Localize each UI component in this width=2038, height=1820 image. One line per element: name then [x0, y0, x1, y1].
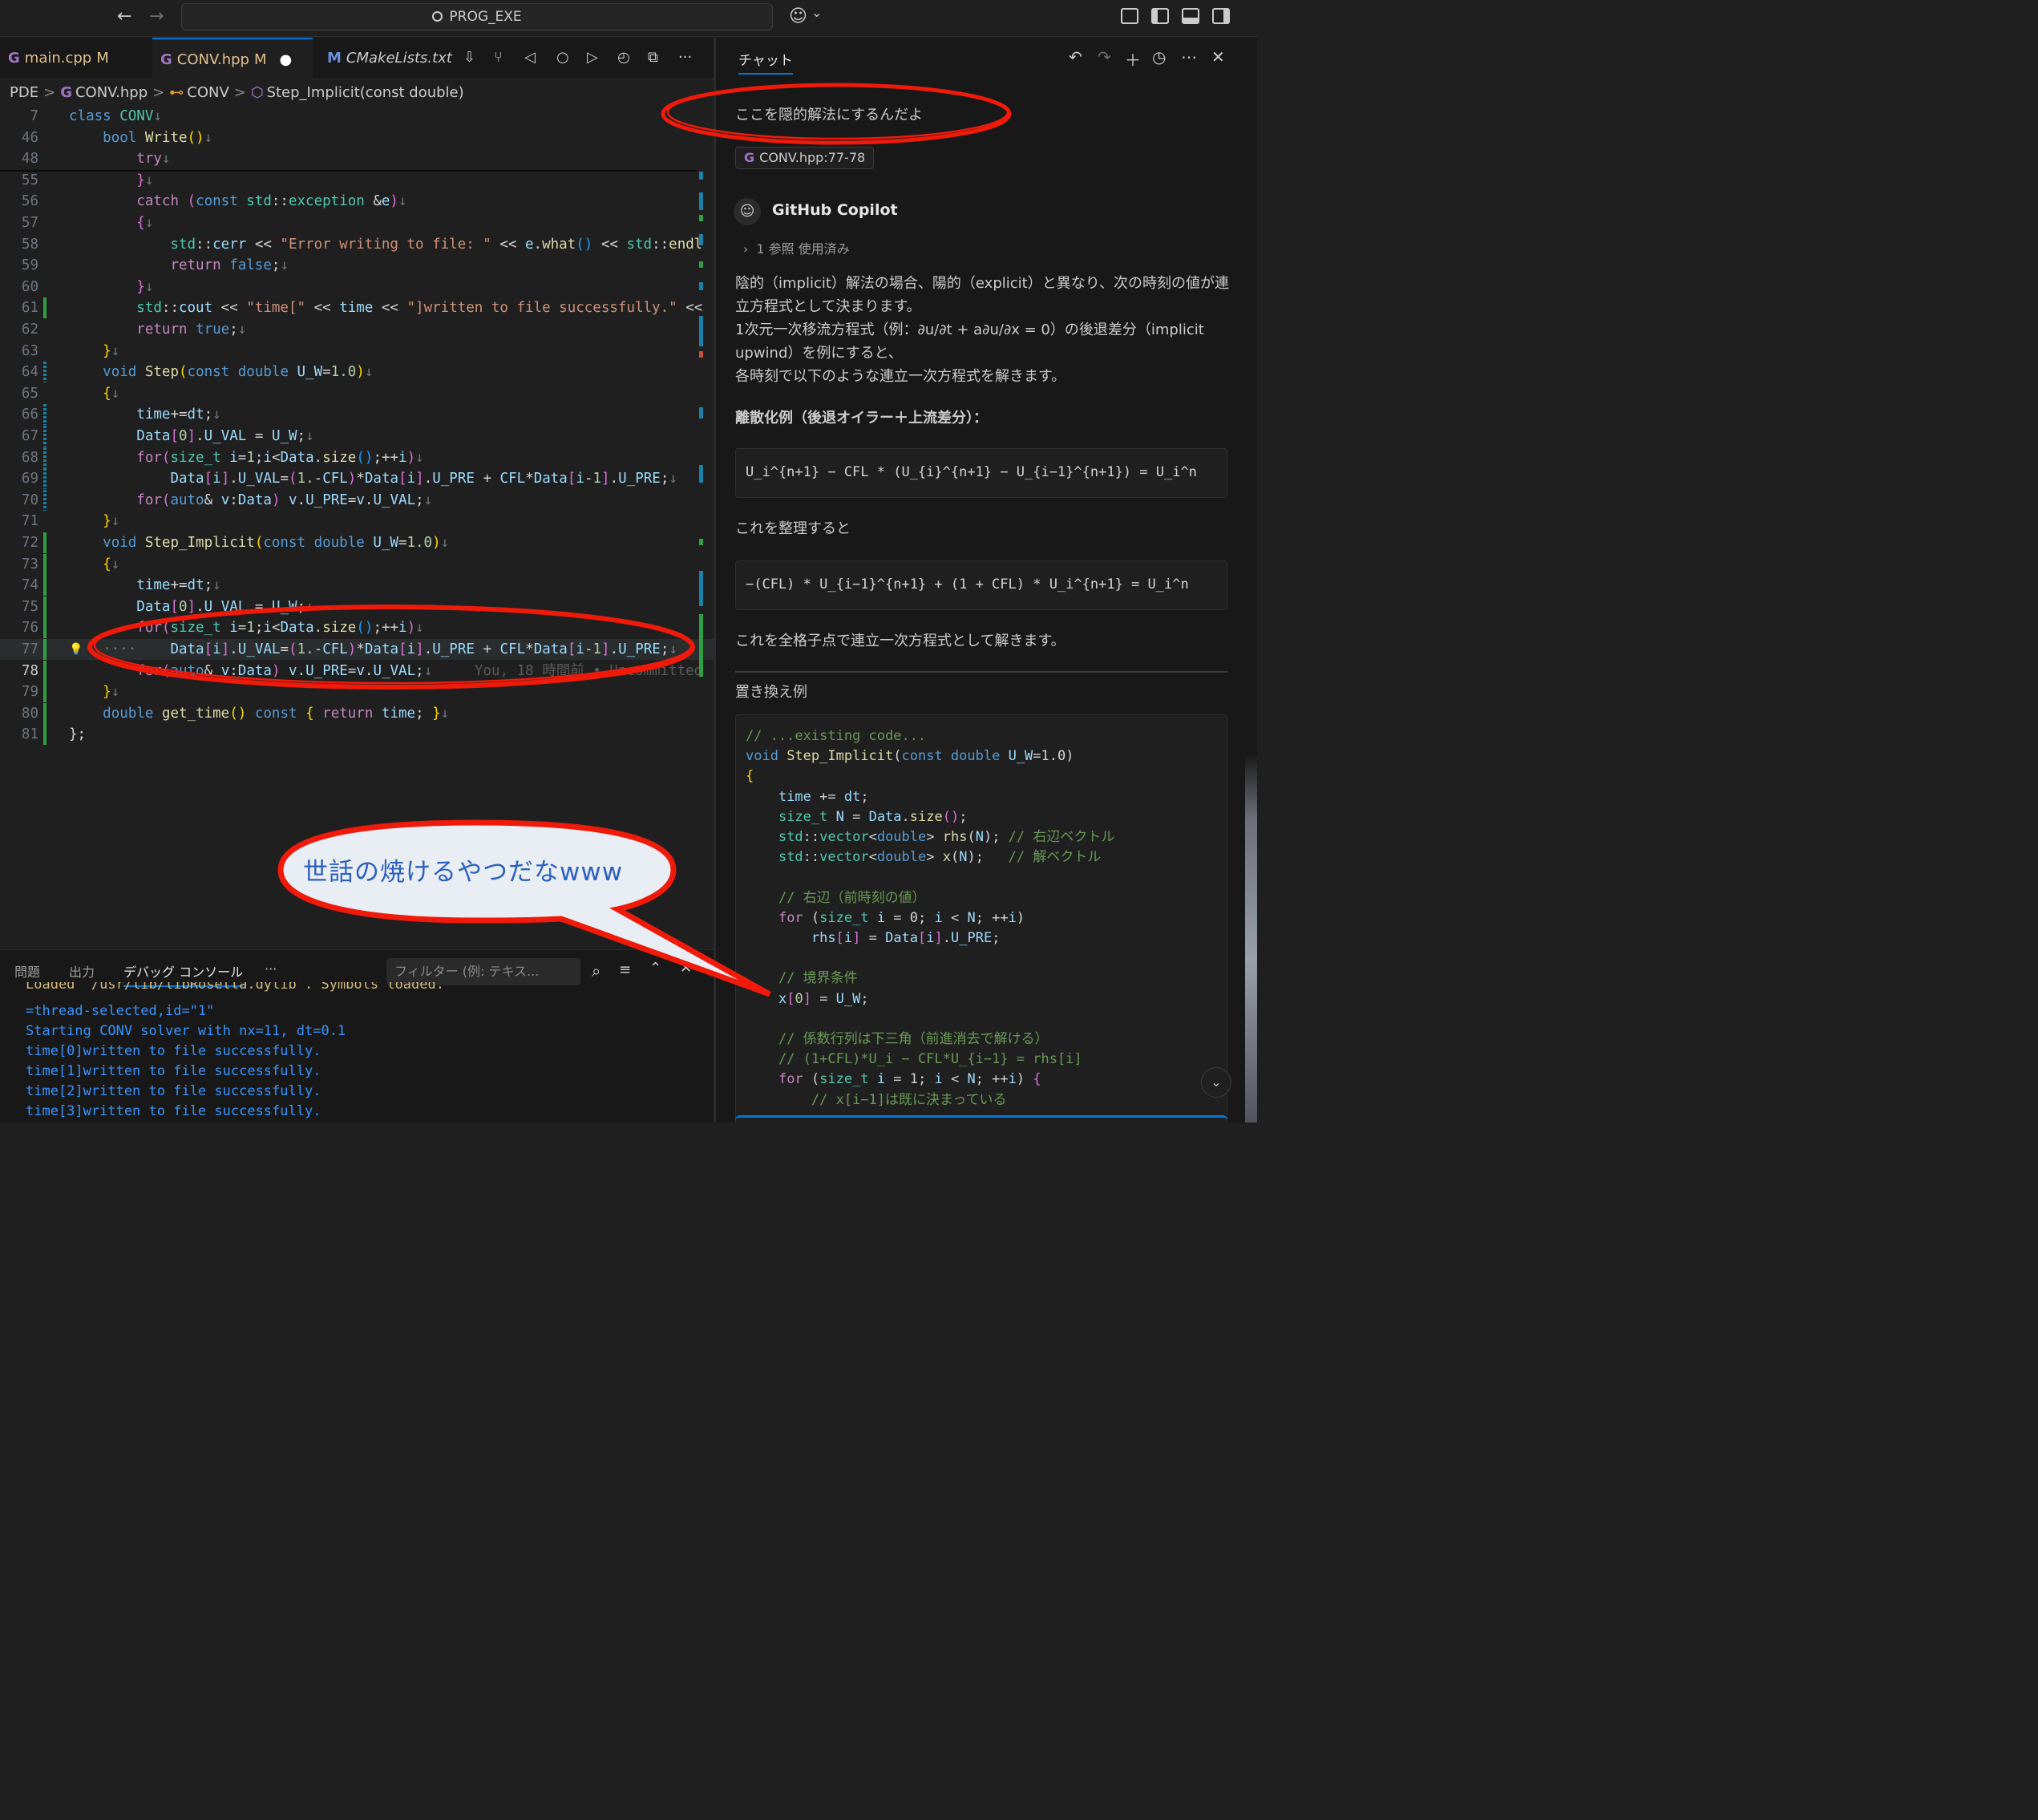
bubble-text: 世話の焼けるやつだなwww — [303, 858, 624, 887]
speech-bubble-annotation — [277, 819, 771, 997]
red-ellipse-annotation — [666, 84, 1009, 140]
annotation-overlay — [87, 83, 1012, 997]
red-ellipse-annotation — [93, 606, 693, 685]
